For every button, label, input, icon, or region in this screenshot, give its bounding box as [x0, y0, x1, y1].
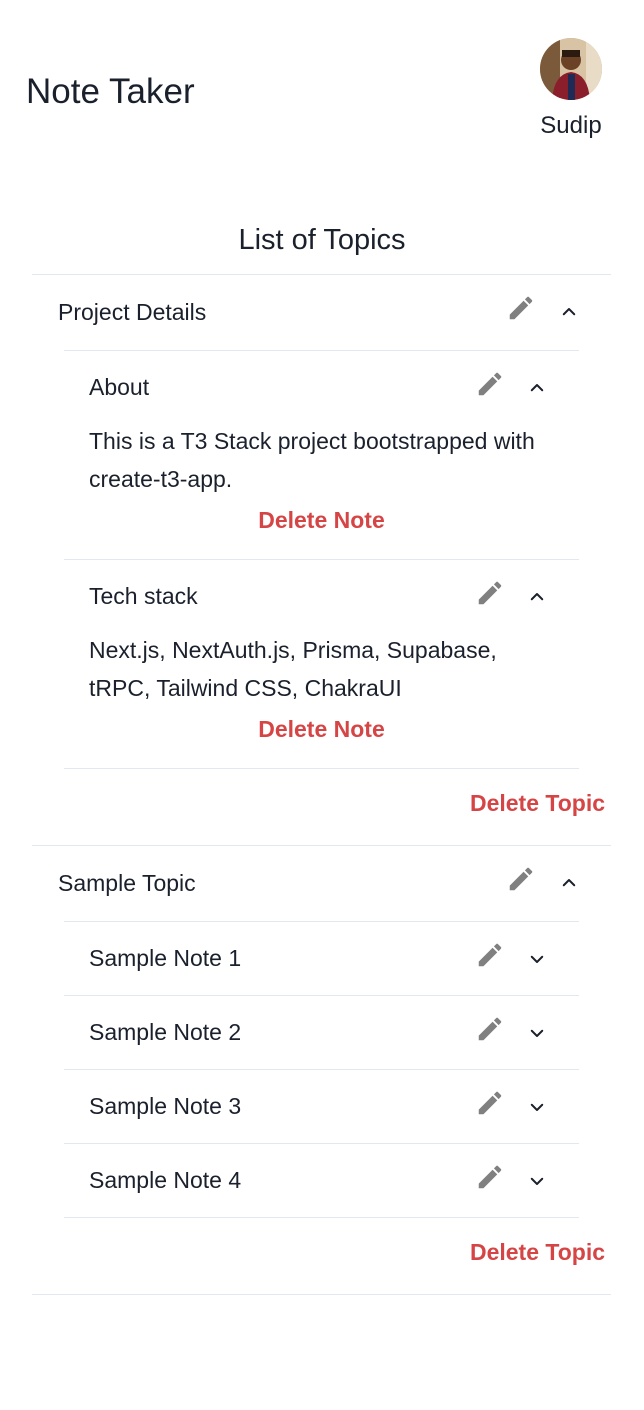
delete-note-button[interactable]: Delete Note — [89, 714, 554, 744]
topics-heading: List of Topics — [238, 224, 406, 256]
user-name: Sudip — [540, 112, 602, 139]
notes-list: Sample Note 1 Sample Note 2 Sample Note … — [64, 921, 579, 1217]
note-header[interactable]: Sample Note 2 — [64, 996, 579, 1069]
notes-list: About This is a T3 Stack project bootstr… — [64, 350, 579, 744]
delete-topic-button[interactable]: Delete Topic — [470, 1237, 605, 1267]
chevron-down-icon[interactable] — [526, 948, 548, 970]
chevron-down-icon[interactable] — [526, 1170, 548, 1192]
chevron-down-icon[interactable] — [526, 1022, 548, 1044]
topic-footer: Delete Topic — [64, 1217, 605, 1294]
note-header[interactable]: Tech stack — [64, 560, 579, 633]
delete-note-button[interactable]: Delete Note — [89, 505, 554, 535]
note-content: This is a T3 Stack project bootstrapped … — [89, 428, 535, 492]
note-item: Sample Note 2 — [64, 995, 579, 1069]
topic-header[interactable]: Sample Topic — [32, 846, 611, 921]
topics-list: Project Details About This is a T3 Stack… — [32, 274, 611, 1295]
note-header[interactable]: Sample Note 4 — [64, 1144, 579, 1217]
pencil-icon[interactable] — [504, 291, 538, 325]
delete-topic-button[interactable]: Delete Topic — [470, 788, 605, 818]
chevron-up-icon[interactable] — [526, 377, 548, 399]
pencil-icon[interactable] — [473, 1160, 507, 1194]
note-body: Next.js, NextAuth.js, Prisma, Supabase, … — [64, 631, 579, 744]
note-item: Sample Note 1 — [64, 921, 579, 995]
avatar[interactable] — [540, 38, 602, 100]
pencil-icon[interactable] — [473, 576, 507, 610]
pencil-icon[interactable] — [473, 367, 507, 401]
note-item: Tech stack Next.js, NextAuth.js, Prisma,… — [64, 559, 579, 744]
note-body: This is a T3 Stack project bootstrapped … — [64, 422, 579, 535]
chevron-up-icon[interactable] — [558, 872, 580, 894]
topic-item: Sample Topic Sample Note 1 Sample Note 2… — [32, 846, 611, 1295]
pencil-icon[interactable] — [504, 862, 538, 896]
note-item: About This is a T3 Stack project bootstr… — [64, 350, 579, 535]
chevron-up-icon[interactable] — [526, 586, 548, 608]
pencil-icon[interactable] — [473, 1012, 507, 1046]
pencil-icon[interactable] — [473, 938, 507, 972]
app-title: Note Taker — [26, 72, 195, 111]
user-menu[interactable]: Sudip — [536, 38, 606, 140]
note-item: Sample Note 4 — [64, 1143, 579, 1217]
topic-footer: Delete Topic — [64, 768, 605, 845]
topic-item: Project Details About This is a T3 Stack… — [32, 275, 611, 846]
note-header[interactable]: Sample Note 3 — [64, 1070, 579, 1143]
note-header[interactable]: Sample Note 1 — [64, 922, 579, 995]
pencil-icon[interactable] — [473, 1086, 507, 1120]
chevron-down-icon[interactable] — [526, 1096, 548, 1118]
app-header: Note Taker Sudip — [0, 0, 644, 170]
topic-header[interactable]: Project Details — [32, 275, 611, 350]
note-header[interactable]: About — [64, 351, 579, 424]
note-content: Next.js, NextAuth.js, Prisma, Supabase, … — [89, 637, 497, 701]
chevron-up-icon[interactable] — [558, 301, 580, 323]
note-item: Sample Note 3 — [64, 1069, 579, 1143]
